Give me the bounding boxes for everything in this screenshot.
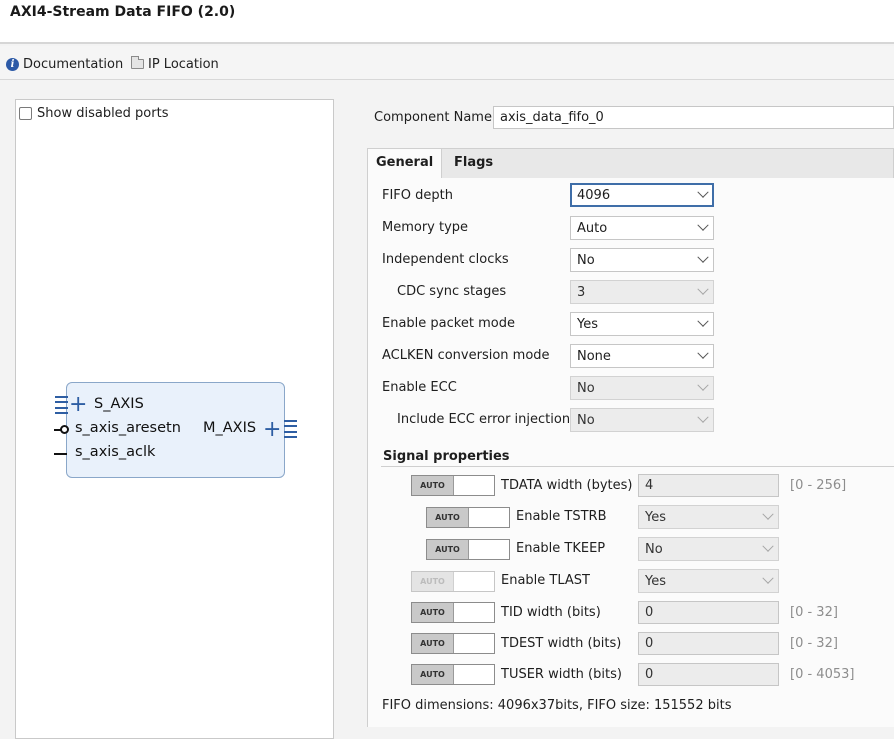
- enable-tkeep-select[interactable]: No: [638, 537, 779, 561]
- enable-tkeep-label: Enable TKEEP: [516, 541, 606, 556]
- independent-clocks-label: Independent clocks: [382, 252, 509, 267]
- cdc-sync-stages-value: 3: [577, 284, 586, 300]
- cdc-sync-stages-select[interactable]: 3: [570, 280, 714, 304]
- enable-packet-mode-value: Yes: [577, 316, 598, 332]
- tdata-auto-toggle[interactable]: AUTO: [411, 475, 495, 496]
- chevron-down-icon: [697, 411, 709, 423]
- documentation-button[interactable]: i Documentation: [6, 55, 123, 73]
- chevron-down-icon: [697, 315, 709, 327]
- tdest-width-label: TDEST width (bits): [501, 636, 622, 651]
- enable-tlast-select[interactable]: Yes: [638, 569, 779, 593]
- auto-toggle-knob: AUTO: [412, 634, 454, 653]
- s-axis-expand-icon[interactable]: +: [69, 394, 87, 416]
- port-s-axis: S_AXIS: [94, 396, 144, 412]
- active-low-bubble-icon: [60, 425, 69, 434]
- show-disabled-ports-label: Show disabled ports: [37, 106, 169, 121]
- tuser-width-label: TUSER width (bits): [501, 667, 622, 682]
- info-icon: i: [6, 57, 19, 71]
- show-disabled-ports-checkbox[interactable]: [19, 107, 32, 120]
- include-ecc-error-injection-select[interactable]: No: [570, 408, 714, 432]
- enable-tlast-value: Yes: [645, 573, 666, 589]
- memory-type-select[interactable]: Auto: [570, 216, 714, 240]
- tid-auto-toggle[interactable]: AUTO: [411, 602, 495, 623]
- tdest-width-input[interactable]: 0: [638, 632, 779, 655]
- include-ecc-error-injection-label: Include ECC error injection: [397, 412, 571, 427]
- auto-toggle-knob: AUTO: [427, 508, 469, 527]
- tkeep-auto-toggle[interactable]: AUTO: [426, 539, 510, 560]
- tuser-width-input[interactable]: 0: [638, 663, 779, 686]
- chevron-down-icon: [762, 508, 774, 520]
- show-disabled-ports-option[interactable]: Show disabled ports: [19, 106, 168, 121]
- chevron-down-icon: [762, 540, 774, 552]
- chevron-down-icon: [697, 283, 709, 295]
- port-s-axis-aresetn: s_axis_aresetn: [75, 420, 181, 436]
- window-title: AXI4-Stream Data FIFO (2.0): [10, 4, 236, 20]
- enable-ecc-value: No: [577, 380, 595, 396]
- folder-icon: [131, 56, 144, 69]
- aclken-conversion-mode-value: None: [577, 348, 611, 364]
- ip-location-button[interactable]: IP Location: [131, 55, 219, 73]
- auto-toggle-knob: AUTO: [412, 572, 454, 591]
- fifo-depth-label: FIFO depth: [382, 188, 453, 203]
- enable-packet-mode-select[interactable]: Yes: [570, 312, 714, 336]
- enable-ecc-label: Enable ECC: [382, 380, 457, 395]
- tuser-auto-toggle[interactable]: AUTO: [411, 664, 495, 685]
- chevron-down-icon: [697, 379, 709, 391]
- memory-type-label: Memory type: [382, 220, 469, 235]
- tdata-width-input[interactable]: 4: [638, 474, 779, 497]
- auto-toggle-knob: AUTO: [412, 476, 454, 495]
- include-ecc-error-injection-value: No: [577, 412, 595, 428]
- auto-toggle-knob: AUTO: [412, 665, 454, 684]
- ip-location-label: IP Location: [148, 56, 219, 72]
- port-m-axis: M_AXIS: [203, 420, 257, 436]
- independent-clocks-value: No: [577, 252, 595, 268]
- section-divider: [381, 466, 894, 467]
- chevron-down-icon: [762, 572, 774, 584]
- enable-tstrb-value: Yes: [645, 509, 666, 525]
- fifo-dimensions-summary: FIFO dimensions: 4096x37bits, FIFO size:…: [382, 698, 732, 713]
- tlast-auto-toggle[interactable]: AUTO: [411, 571, 495, 592]
- component-name-label: Component Name: [374, 110, 492, 125]
- chevron-down-icon: [697, 251, 709, 263]
- tdest-auto-toggle[interactable]: AUTO: [411, 633, 495, 654]
- s-axis-bus-icon[interactable]: [55, 395, 68, 415]
- memory-type-value: Auto: [577, 220, 608, 236]
- port-s-axis-aclk: s_axis_aclk: [75, 444, 156, 460]
- tdata-width-label: TDATA width (bytes): [501, 478, 633, 493]
- signal-properties-heading: Signal properties: [383, 449, 510, 464]
- tuser-width-range: [0 - 4053]: [790, 667, 855, 682]
- fifo-depth-value: 4096: [577, 187, 611, 203]
- tdest-width-range: [0 - 32]: [790, 636, 838, 651]
- tab-general[interactable]: General: [368, 149, 443, 178]
- aclken-conversion-mode-label: ACLKEN conversion mode: [382, 348, 550, 363]
- chevron-down-icon: [697, 219, 709, 231]
- chevron-down-icon: [697, 347, 709, 359]
- tid-width-input[interactable]: 0: [638, 601, 779, 624]
- aclk-pin: [54, 453, 67, 455]
- independent-clocks-select[interactable]: No: [570, 248, 714, 272]
- auto-toggle-knob: AUTO: [412, 603, 454, 622]
- m-axis-bus-icon[interactable]: [284, 419, 297, 439]
- tstrb-auto-toggle[interactable]: AUTO: [426, 507, 510, 528]
- tid-width-range: [0 - 32]: [790, 605, 838, 620]
- auto-toggle-knob: AUTO: [427, 540, 469, 559]
- tab-flags[interactable]: Flags: [446, 149, 501, 178]
- m-axis-expand-icon[interactable]: +: [263, 419, 281, 441]
- aclken-conversion-mode-select[interactable]: None: [570, 344, 714, 368]
- tdata-width-range: [0 - 256]: [790, 478, 847, 493]
- enable-tkeep-value: No: [645, 541, 663, 557]
- enable-ecc-select[interactable]: No: [570, 376, 714, 400]
- component-name-input[interactable]: axis_data_fifo_0: [493, 106, 894, 129]
- tid-width-label: TID width (bits): [501, 605, 601, 620]
- enable-packet-mode-label: Enable packet mode: [382, 316, 515, 331]
- chevron-down-icon: [697, 186, 709, 198]
- enable-tstrb-label: Enable TSTRB: [516, 509, 607, 524]
- documentation-label: Documentation: [23, 56, 124, 72]
- enable-tstrb-select[interactable]: Yes: [638, 505, 779, 529]
- cdc-sync-stages-label: CDC sync stages: [397, 284, 507, 299]
- fifo-depth-select[interactable]: 4096: [570, 183, 714, 207]
- enable-tlast-label: Enable TLAST: [501, 573, 590, 588]
